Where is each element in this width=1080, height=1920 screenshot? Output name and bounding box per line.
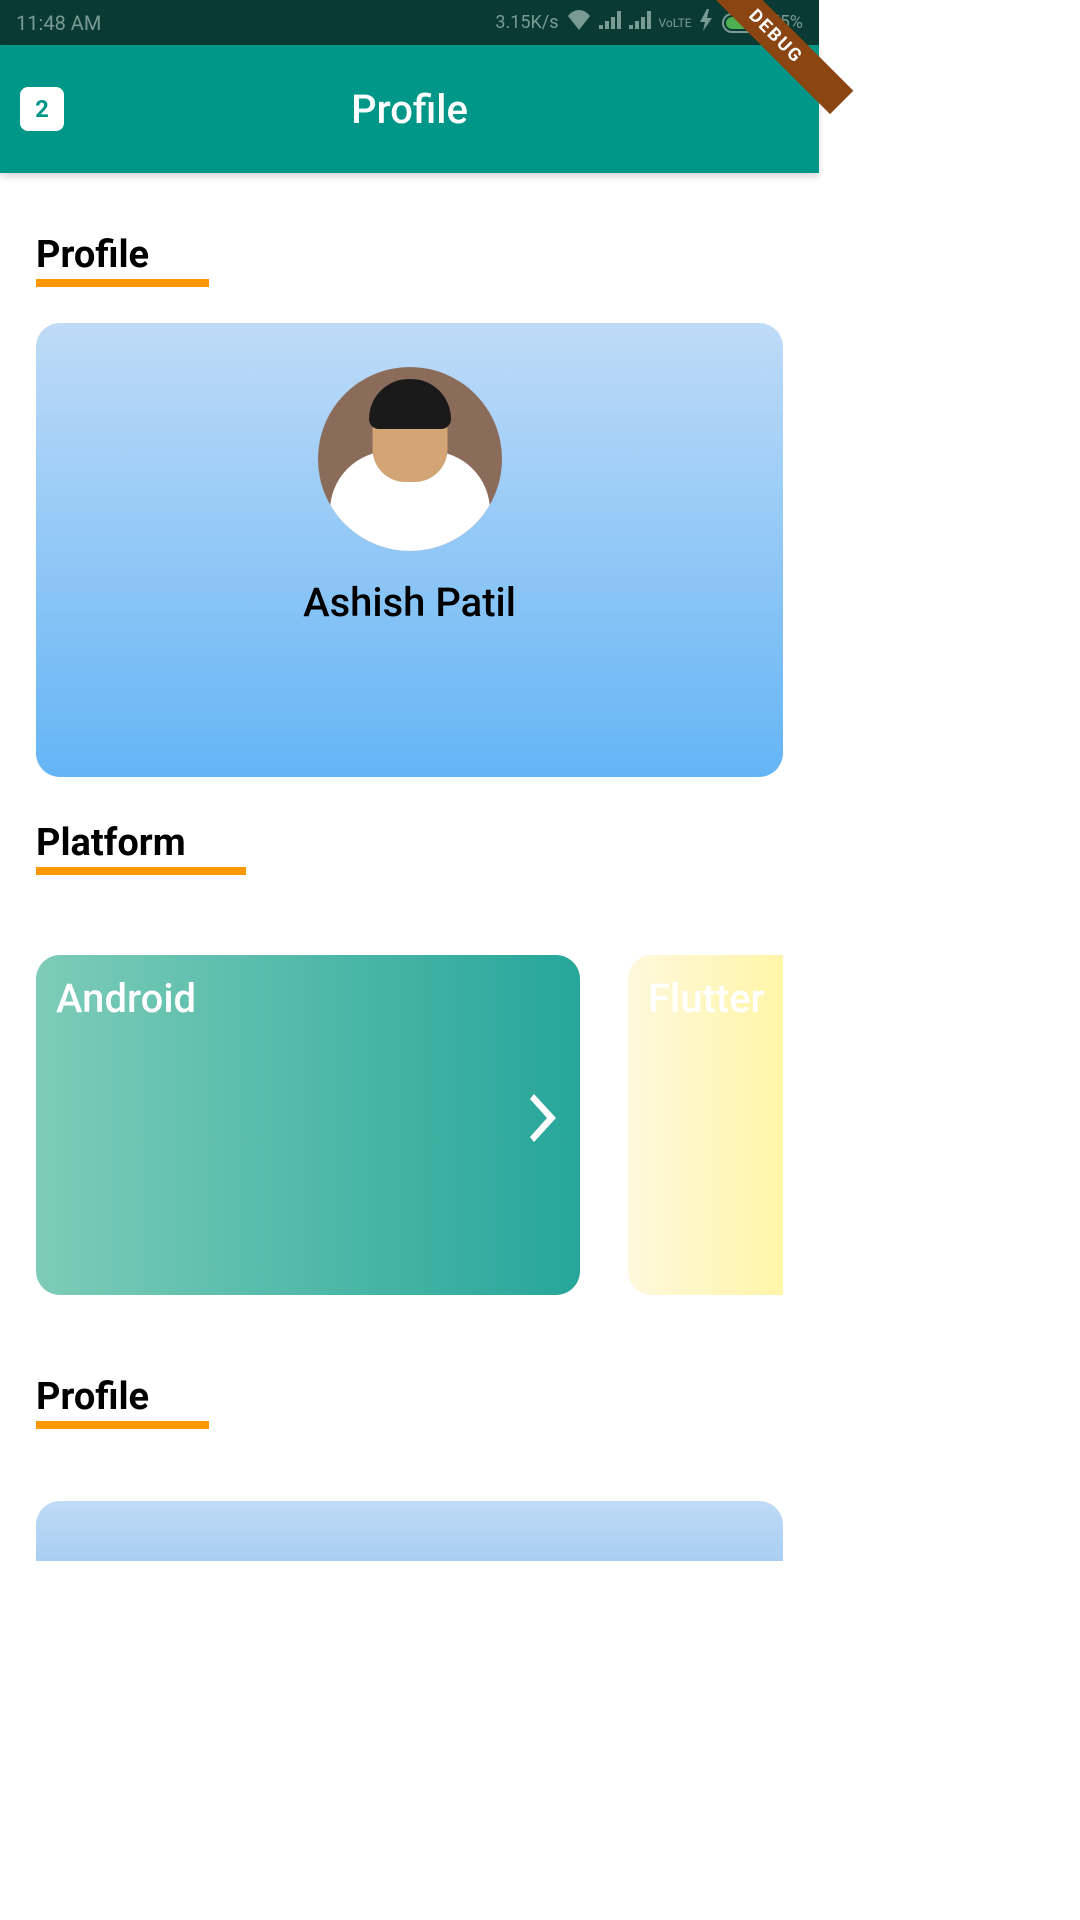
time-label: 11:48 AM [16, 11, 101, 35]
profile-section: Profile Ashish Patil [36, 233, 783, 777]
avatar[interactable] [318, 367, 502, 551]
section-title-profile: Profile [36, 233, 209, 287]
platform-card-android[interactable]: Android [36, 955, 580, 1295]
signal-icon-1 [599, 11, 621, 34]
lte-label: VoLTE [659, 16, 692, 30]
platform-card-title: Android [56, 975, 196, 1022]
profile-card[interactable]: Ashish Patil [36, 323, 783, 777]
section-title-profile-2: Profile [36, 1375, 209, 1429]
network-speed-label: 3.15K/s [495, 12, 558, 33]
signal-icon-2 [629, 11, 651, 34]
wifi-icon [567, 10, 591, 35]
content-area: Profile Ashish Patil Platform Android Fl… [0, 173, 819, 1561]
platform-card-title: Flutter [648, 975, 765, 1022]
chevron-right-icon [530, 1094, 560, 1152]
app-bar-title: Profile [20, 86, 799, 133]
profile-section-2: Profile [36, 1375, 783, 1561]
charging-icon [700, 9, 714, 36]
status-time: 11:48 AM [16, 11, 101, 35]
platform-scroll[interactable]: Android Flutter [36, 955, 783, 1295]
platform-card-flutter[interactable]: Flutter [628, 955, 783, 1295]
app-bar: 2 Profile [0, 45, 819, 173]
profile-name: Ashish Patil [303, 579, 516, 626]
status-bar: 11:48 AM 3.15K/s VoLTE 75% [0, 0, 819, 45]
platform-section: Platform Android Flutter [36, 821, 783, 1295]
profile-card-2[interactable] [36, 1501, 783, 1561]
section-title-platform: Platform [36, 821, 246, 875]
